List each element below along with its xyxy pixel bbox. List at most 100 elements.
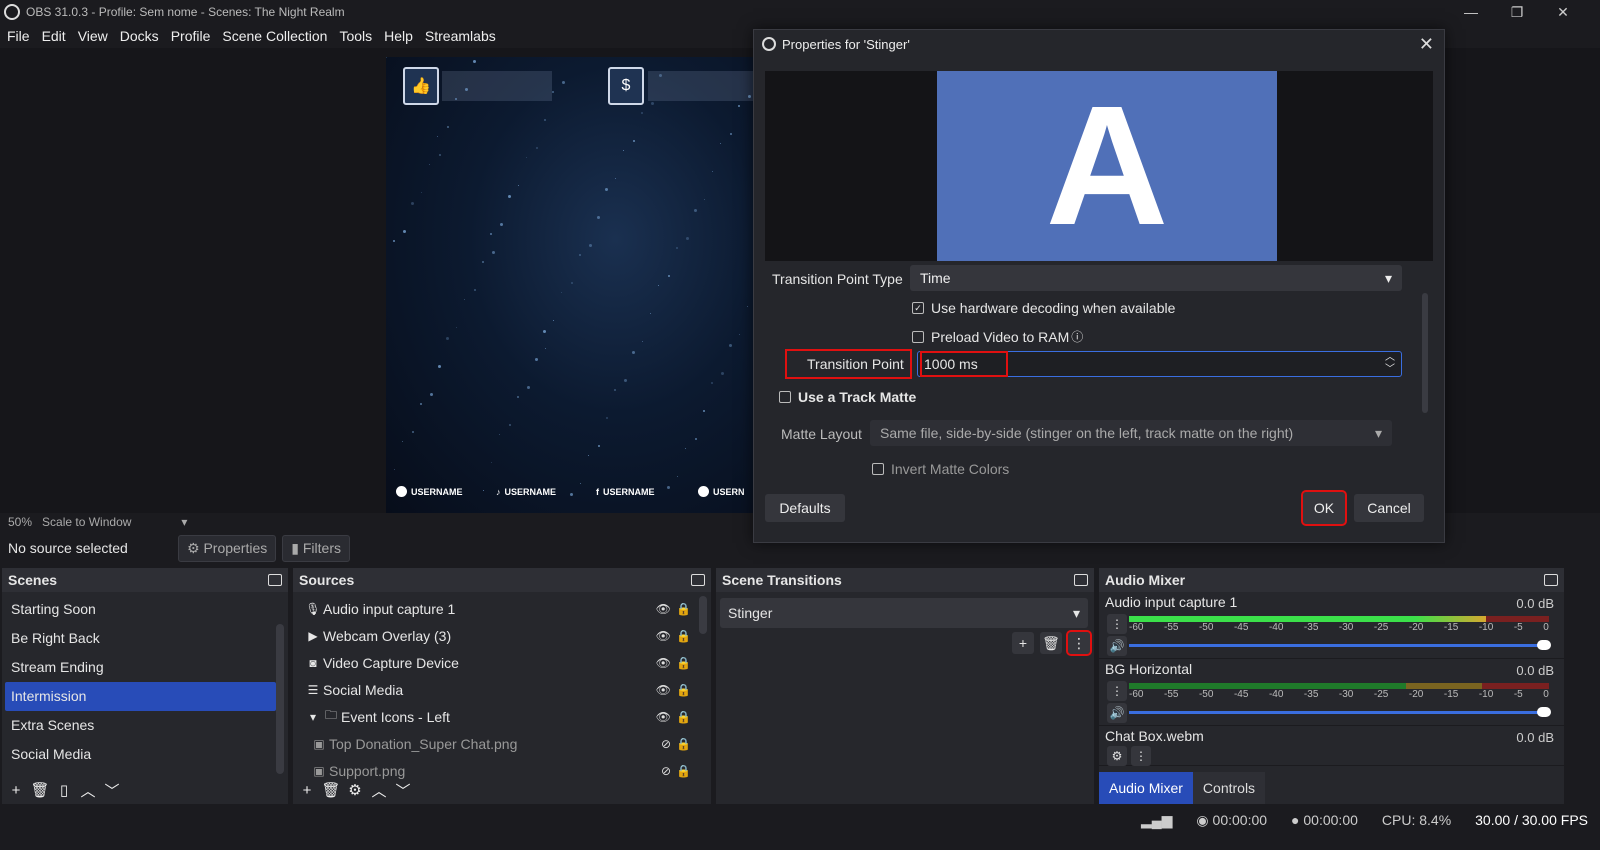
lock-icon[interactable]: 🔒 [676, 710, 691, 724]
invert-matte-checkbox[interactable]: Invert Matte Colors [872, 461, 1009, 477]
scene-item[interactable]: Be Right Back [2, 624, 288, 653]
gear-icon[interactable]: ⚙ [1107, 746, 1127, 766]
star-decoration [729, 344, 732, 347]
checkbox-icon[interactable] [912, 330, 924, 343]
more-options-icon[interactable]: ⋮ [1131, 746, 1151, 766]
chevron-down-icon[interactable]: ﹀ [102, 780, 122, 800]
eye-icon[interactable]: 👁 [656, 602, 671, 616]
lock-icon[interactable]: 🔒 [676, 602, 691, 616]
speaker-icon[interactable]: 🔊 [1107, 636, 1127, 656]
close-icon[interactable]: ✕ [1540, 0, 1586, 24]
lock-icon[interactable]: 🔒 [676, 629, 691, 643]
tab-controls[interactable]: Controls [1192, 772, 1266, 804]
scenes-scrollbar[interactable] [276, 624, 284, 774]
undock-icon[interactable] [1544, 574, 1558, 586]
filter-icon[interactable]: ▯ [54, 780, 74, 800]
more-options-icon[interactable]: ⋮ [1107, 681, 1127, 701]
track-matte-checkbox[interactable]: Use a Track Matte [779, 389, 916, 405]
defaults-button[interactable]: Defaults [765, 494, 845, 522]
scene-item[interactable]: Social Media [2, 740, 288, 769]
source-item[interactable]: 🎙 Audio input capture 1 👁 🔒 [293, 595, 711, 622]
matte-layout-select[interactable]: Same file, side-by-side (stinger on the … [870, 420, 1392, 446]
ok-button[interactable]: OK [1301, 490, 1347, 526]
eye-hidden-icon[interactable]: ⊘ [661, 764, 671, 778]
scale-mode-select[interactable]: Scale to Window [42, 515, 131, 529]
slider-knob[interactable] [1537, 640, 1551, 650]
transition-point-input[interactable]: 1000 ms ︿ ﹀ [917, 351, 1402, 377]
source-item[interactable]: ▾ 🗀 Event Icons - Left 👁 🔒 [293, 703, 711, 730]
properties-button[interactable]: ⚙ Properties [178, 534, 277, 562]
speaker-icon[interactable]: 🔊 [1107, 703, 1127, 723]
star-decoration [473, 60, 476, 63]
sources-scrollbar[interactable] [699, 596, 707, 634]
cancel-button[interactable]: Cancel [1354, 494, 1424, 522]
trash-icon[interactable]: 🗑 [1040, 632, 1062, 654]
menu-docks[interactable]: Docks [120, 28, 159, 44]
lock-icon[interactable]: 🔒 [676, 764, 691, 778]
minimize-icon[interactable]: — [1448, 0, 1494, 24]
chevron-up-icon[interactable]: ︿ [78, 780, 98, 800]
menu-edit[interactable]: Edit [42, 28, 66, 44]
volume-slider[interactable] [1129, 707, 1551, 717]
source-item[interactable]: ◙ Video Capture Device 👁 🔒 [293, 649, 711, 676]
scenes-dock: Scenes Starting Soon Be Right Back Strea… [2, 568, 288, 804]
hw-decoding-checkbox[interactable]: ✓ Use hardware decoding when available [912, 300, 1175, 316]
add-icon[interactable]: + [6, 780, 26, 800]
more-options-icon[interactable]: ⋮ [1107, 614, 1127, 634]
menu-profile[interactable]: Profile [171, 28, 211, 44]
slider-knob[interactable] [1537, 707, 1551, 717]
scene-item[interactable]: Starting Soon [2, 595, 288, 624]
transition-select[interactable]: Stinger ▾ [720, 598, 1088, 628]
chevron-down-icon[interactable]: ▾ [181, 515, 187, 529]
chevron-down-icon[interactable]: ﹀ [393, 780, 413, 800]
eye-icon[interactable]: 👁 [656, 683, 671, 697]
scene-item-selected[interactable]: Intermission [5, 682, 276, 711]
menu-view[interactable]: View [78, 28, 108, 44]
menu-help[interactable]: Help [384, 28, 413, 44]
chevron-up-icon[interactable]: ︿ [369, 780, 389, 800]
scene-item[interactable]: Stream Ending [2, 653, 288, 682]
undock-icon[interactable] [1074, 574, 1088, 586]
chevron-down-icon[interactable]: ▾ [305, 710, 321, 724]
undock-icon[interactable] [691, 574, 705, 586]
filters-button[interactable]: ▮ Filters [282, 534, 350, 562]
close-icon[interactable]: ✕ [1419, 34, 1434, 55]
star-decoration [730, 133, 732, 135]
tab-audio-mixer[interactable]: Audio Mixer [1099, 772, 1193, 804]
add-icon[interactable]: + [297, 780, 317, 800]
checkbox-checked-icon[interactable]: ✓ [912, 302, 924, 314]
undock-icon[interactable] [268, 574, 282, 586]
menu-tools[interactable]: Tools [339, 28, 372, 44]
add-icon[interactable]: + [1012, 632, 1034, 654]
source-item[interactable]: ☰ Social Media 👁 🔒 [293, 676, 711, 703]
more-options-icon[interactable]: ⋮ [1066, 630, 1092, 656]
source-item[interactable]: ▶ Webcam Overlay (3) 👁 🔒 [293, 622, 711, 649]
scene-item[interactable]: Extra Scenes [2, 711, 288, 740]
gear-icon[interactable]: ⚙ [345, 780, 365, 800]
checkbox-icon[interactable] [872, 463, 884, 475]
transition-point-type-select[interactable]: Time ▾ [910, 265, 1402, 291]
properties-scrollbar[interactable] [1422, 293, 1428, 413]
like-icon: 👍 [403, 67, 439, 105]
menu-streamlabs[interactable]: Streamlabs [425, 28, 496, 44]
trash-icon[interactable]: 🗑 [30, 780, 50, 800]
checkbox-icon[interactable] [779, 391, 791, 403]
preload-checkbox[interactable]: Preload Video to RAM ⓘ [912, 328, 1083, 345]
menu-file[interactable]: File [7, 28, 30, 44]
preview-canvas[interactable]: 👍 $ USERNAME ♪ USERNAME f USERNAME USERN [386, 57, 768, 513]
eye-icon[interactable]: 👁 [656, 656, 671, 670]
help-icon[interactable]: ⓘ [1071, 328, 1083, 345]
volume-slider[interactable] [1129, 640, 1551, 650]
lock-icon[interactable]: 🔒 [676, 683, 691, 697]
eye-icon[interactable]: 👁 [656, 710, 671, 724]
eye-hidden-icon[interactable]: ⊘ [661, 737, 671, 751]
spin-arrows-icon[interactable]: ︿ ﹀ [1385, 352, 1395, 376]
menu-scene-collection[interactable]: Scene Collection [222, 28, 327, 44]
lock-icon[interactable]: 🔒 [676, 737, 691, 751]
source-item[interactable]: ▣ Top Donation_Super Chat.png ⊘ 🔒 [293, 730, 711, 757]
eye-icon[interactable]: 👁 [656, 629, 671, 643]
lock-icon[interactable]: 🔒 [676, 656, 691, 670]
trash-icon[interactable]: 🗑 [321, 780, 341, 800]
transition-point-value[interactable]: 1000 ms [920, 351, 1008, 377]
maximize-icon[interactable]: ❐ [1494, 0, 1540, 24]
